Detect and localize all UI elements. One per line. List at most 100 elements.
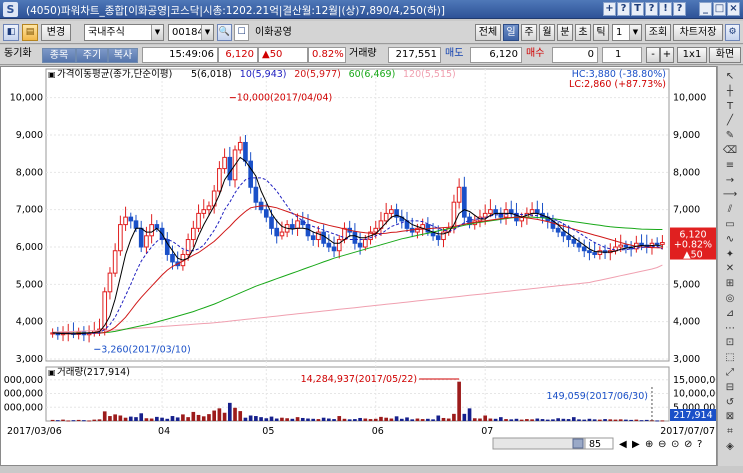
volume-bar[interactable]: [248, 415, 253, 422]
candle[interactable]: [253, 186, 259, 203]
volume-bar[interactable]: [76, 419, 81, 421]
tool-14-icon[interactable]: ⊞: [722, 277, 738, 291]
volume-bar[interactable]: [598, 419, 602, 421]
candle[interactable]: [133, 220, 139, 229]
candle[interactable]: [373, 227, 379, 233]
volume-bar[interactable]: [603, 419, 607, 421]
settings-icon[interactable]: ⚙: [725, 24, 740, 41]
minus-button[interactable]: -: [646, 47, 660, 63]
candle[interactable]: [529, 209, 535, 214]
volume-bar[interactable]: [660, 420, 665, 422]
volume-bar[interactable]: [519, 419, 524, 421]
volume-bar[interactable]: [629, 419, 633, 421]
period-count-select[interactable]: 1 ▼: [612, 24, 642, 41]
tool-18-icon[interactable]: ⊡: [722, 336, 738, 350]
candle[interactable]: [555, 227, 561, 233]
candle[interactable]: [170, 253, 175, 263]
candle[interactable]: [336, 239, 342, 252]
volume-bar[interactable]: [379, 416, 383, 421]
market-select[interactable]: 국내주식 ▼: [84, 24, 164, 41]
volume-bar[interactable]: [144, 418, 149, 421]
candle[interactable]: [587, 250, 592, 254]
search-icon[interactable]: 🔍: [217, 24, 232, 41]
candle[interactable]: [107, 272, 113, 293]
volume-bar[interactable]: [405, 417, 409, 421]
candle[interactable]: [201, 209, 207, 214]
candle[interactable]: [362, 239, 368, 248]
candle[interactable]: [243, 141, 248, 162]
candle[interactable]: [263, 209, 269, 218]
volume-bar[interactable]: [191, 411, 196, 421]
volume-bar[interactable]: [634, 419, 639, 421]
candle[interactable]: [357, 242, 363, 248]
curve-icon[interactable]: ∿: [722, 233, 738, 247]
volume-bar[interactable]: [269, 416, 274, 421]
volume-bar[interactable]: [639, 420, 644, 422]
candle[interactable]: [623, 244, 629, 248]
volume-bar[interactable]: [201, 416, 206, 421]
volume-bar[interactable]: [483, 415, 488, 422]
volume-bar[interactable]: [389, 418, 394, 421]
ray-icon[interactable]: ⟶: [722, 188, 738, 202]
candle[interactable]: [206, 205, 212, 211]
help-icon[interactable]: ?: [617, 2, 630, 16]
candle[interactable]: [237, 141, 243, 151]
tool-20-icon[interactable]: ⤢: [722, 366, 738, 380]
volume-bar[interactable]: [384, 417, 388, 421]
volume-bar[interactable]: [181, 414, 185, 421]
volume-bar[interactable]: [561, 418, 566, 421]
tab-stock[interactable]: 종목: [42, 48, 76, 63]
volume-bar[interactable]: [577, 419, 581, 421]
chart-svg[interactable]: 10,000 10,000 9,000 9,000 8,000 8,000 7,000 7,0…: [1, 67, 728, 465]
period-all-button[interactable]: 전체: [475, 24, 501, 41]
crosshair-icon[interactable]: ┼: [722, 85, 738, 99]
volume-bar[interactable]: [368, 419, 373, 421]
volume-bar[interactable]: [134, 417, 138, 421]
box-icon[interactable]: ▭: [722, 218, 738, 232]
volume-bar[interactable]: [165, 418, 170, 421]
volume-bar[interactable]: [264, 418, 269, 421]
volume-bar[interactable]: [123, 417, 128, 421]
plus-button[interactable]: +: [660, 47, 674, 63]
volume-bar[interactable]: [50, 419, 55, 421]
volume-bar[interactable]: [478, 418, 482, 421]
volume-bar[interactable]: [472, 418, 477, 421]
tool-22-icon[interactable]: ↺: [722, 396, 738, 410]
info-icon[interactable]: ?: [645, 2, 658, 16]
tool-25-icon[interactable]: ◈: [722, 440, 738, 454]
volume-bar[interactable]: [66, 420, 71, 422]
volume-bar[interactable]: [488, 418, 493, 421]
arrow-icon[interactable]: →: [722, 174, 738, 188]
volume-bar[interactable]: [462, 413, 467, 421]
volume-bar[interactable]: [149, 418, 154, 421]
chevron-down-icon[interactable]: ▼: [629, 25, 641, 40]
volume-bar[interactable]: [342, 418, 347, 421]
volume-bar[interactable]: [545, 419, 550, 421]
candle[interactable]: [144, 235, 149, 248]
tool-17-icon[interactable]: ⋯: [722, 322, 738, 336]
period-minute-button[interactable]: 분: [557, 24, 573, 41]
cursor-icon[interactable]: ↖: [722, 70, 738, 84]
volume-bar[interactable]: [175, 417, 180, 421]
volume-bar[interactable]: [509, 419, 514, 421]
ratio-button[interactable]: 1x1: [677, 47, 707, 63]
tool-16-icon[interactable]: ⊿: [722, 307, 738, 321]
candle[interactable]: [415, 227, 420, 233]
query-button[interactable]: 조회: [645, 24, 671, 41]
candle[interactable]: [123, 216, 128, 226]
volume-bar[interactable]: [243, 417, 248, 421]
candle[interactable]: [279, 231, 285, 237]
candle[interactable]: [185, 239, 191, 255]
volume-bar[interactable]: [613, 419, 618, 421]
candle[interactable]: [508, 209, 514, 214]
volume-bar[interactable]: [556, 418, 560, 421]
volume-bar[interactable]: [285, 418, 289, 421]
volume-bar[interactable]: [415, 418, 420, 421]
volume-bar[interactable]: [493, 418, 498, 421]
volume-bar[interactable]: [592, 419, 597, 421]
volume-bar[interactable]: [426, 418, 430, 421]
change-button[interactable]: 변경: [41, 24, 71, 41]
volume-bar[interactable]: [97, 419, 102, 421]
candle[interactable]: [222, 156, 227, 170]
volume-bar[interactable]: [337, 416, 342, 421]
